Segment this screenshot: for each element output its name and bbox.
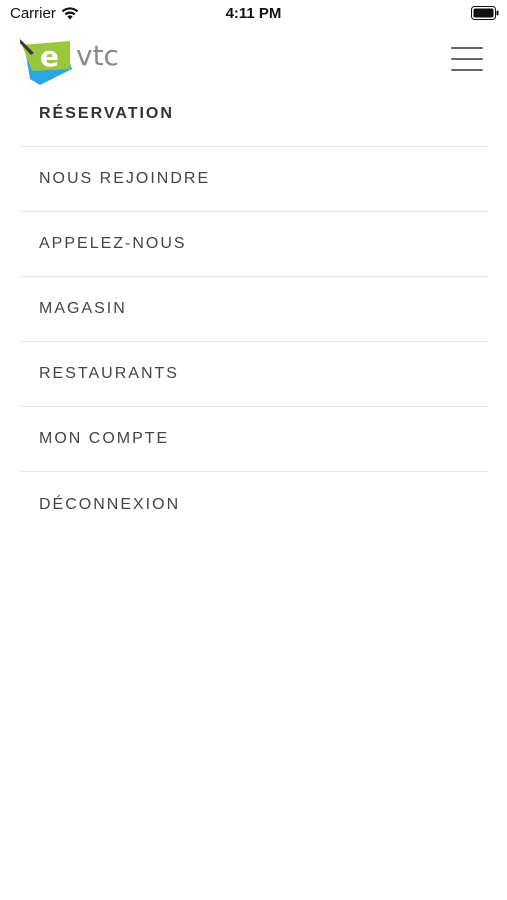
menu-item-reservation[interactable]: RÉSERVATION <box>20 82 488 147</box>
menu-item-label: RESTAURANTS <box>39 365 179 382</box>
menu-item-label: RÉSERVATION <box>39 105 174 122</box>
menu-bar-top <box>451 47 483 49</box>
menu-item-restaurants[interactable]: RESTAURANTS <box>20 342 488 407</box>
menu-bar-middle <box>451 58 483 60</box>
menu-item-label: DÉCONNEXION <box>39 495 181 513</box>
logo-wordmark: vtc <box>76 39 119 72</box>
menu-bar-bottom <box>451 69 483 71</box>
menu-item-mon-compte[interactable]: MON COMPTE <box>20 407 488 472</box>
menu-item-label: APPELEZ-NOUS <box>39 235 187 252</box>
menu-item-label: MAGASIN <box>39 300 127 317</box>
logo-letter-e: e <box>40 40 59 73</box>
menu-item-label: MON COMPTE <box>39 430 170 447</box>
logo-mark: e <box>20 39 72 85</box>
menu-item-deconnexion[interactable]: DÉCONNEXION <box>20 472 488 537</box>
menu-item-nous-rejoindre[interactable]: NOUS REJOINDRE <box>20 147 488 212</box>
menu-item-appelez-nous[interactable]: APPELEZ-NOUS <box>20 212 488 277</box>
status-bar: Carrier 4:11 PM <box>0 0 507 28</box>
app-header: e vtc <box>0 28 507 90</box>
menu-item-magasin[interactable]: MAGASIN <box>20 277 488 342</box>
nav-menu: RÉSERVATION NOUS REJOINDRE APPELEZ-NOUS … <box>20 82 488 537</box>
status-time: 4:11 PM <box>225 5 282 22</box>
menu-item-label: NOUS REJOINDRE <box>39 170 211 187</box>
battery-icon <box>471 6 499 20</box>
hamburger-menu-icon[interactable] <box>451 45 485 73</box>
evtc-logo[interactable]: e vtc <box>20 33 130 88</box>
